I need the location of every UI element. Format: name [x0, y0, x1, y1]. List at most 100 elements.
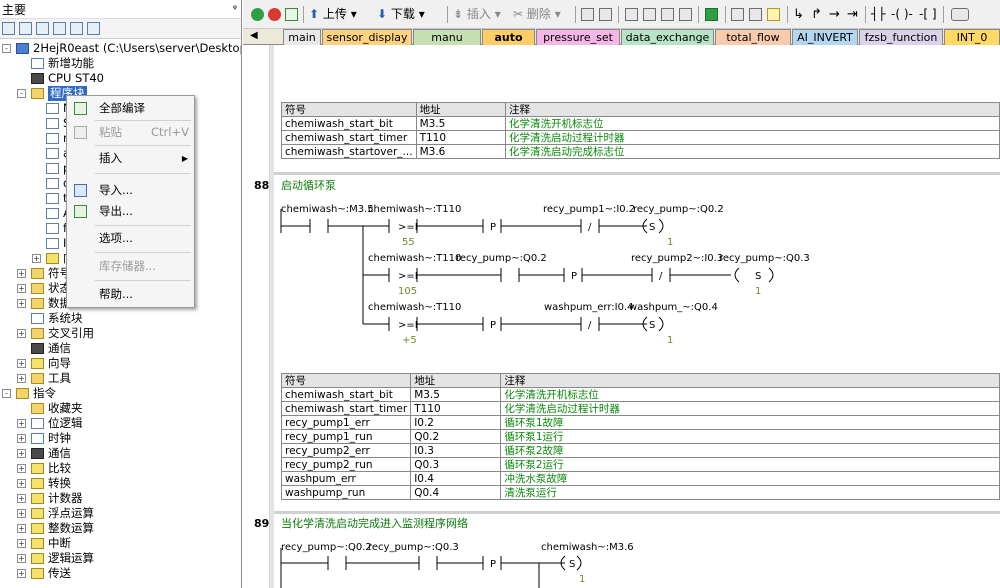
expand-icon[interactable]: + — [17, 269, 26, 278]
box-icon[interactable]: -[ ] — [919, 6, 937, 23]
menu-item-help[interactable]: 帮助... — [67, 284, 194, 305]
collapse-icon[interactable]: - — [2, 44, 11, 53]
tab-int-0[interactable]: INT_0 — [944, 29, 1000, 45]
tree-item[interactable]: + 向导 — [0, 356, 241, 371]
expand-icon[interactable]: + — [17, 509, 26, 518]
tabs-scroll-left-icon[interactable]: ◀ — [250, 30, 258, 41]
bookmark-icon[interactable] — [625, 8, 638, 21]
tree-item[interactable]: + 逻辑运算 — [0, 551, 241, 566]
tree-item[interactable]: + 位逻辑 — [0, 416, 241, 431]
tab-data-exchange[interactable]: data_exchange — [621, 29, 714, 45]
symbol-table-cell: chemiwash_start_timer — [280, 401, 412, 416]
tree-item[interactable]: + 比较 — [0, 461, 241, 476]
collapse-icon[interactable]: - — [17, 89, 26, 98]
tab-sensor-display[interactable]: sensor_display — [322, 29, 412, 45]
coil-icon[interactable]: -( )- — [891, 6, 913, 23]
view-icon[interactable] — [2, 22, 15, 35]
image-icon[interactable] — [70, 22, 83, 35]
tree-item[interactable]: + 整数运算 — [0, 521, 241, 536]
tree-item[interactable]: + 通信 — [0, 446, 241, 461]
tree-item[interactable]: + 传送 — [0, 566, 241, 581]
page-icon[interactable] — [53, 22, 66, 35]
lock-icon[interactable] — [749, 8, 762, 21]
expand-icon[interactable]: + — [17, 374, 26, 383]
ladder-editor[interactable]: 88 启动循环泵 chemiwash~:M3.5 chemiwash~:T110 >=I… — [243, 45, 1000, 588]
tab-manu[interactable]: manu — [413, 29, 481, 45]
tree-item[interactable]: + 计数器 — [0, 491, 241, 506]
tree-item[interactable]: - 指令 — [0, 386, 241, 401]
tab-main[interactable]: main — [283, 29, 321, 45]
symbol-table-cell: recy_pump1_run — [280, 429, 412, 444]
upload-button[interactable]: ⬆ 上传 ▾ — [309, 6, 357, 23]
menu-item-compile-all[interactable]: 全部编译 — [67, 98, 194, 119]
monitor-icon[interactable] — [599, 8, 612, 21]
menu-item-paste[interactable]: 粘贴 Ctrl+V — [67, 122, 194, 143]
page-icon[interactable] — [36, 22, 49, 35]
contact-icon[interactable]: ┤├ — [871, 6, 885, 23]
tree-item[interactable]: + 中断 — [0, 536, 241, 551]
bookmark-prev-icon[interactable] — [661, 8, 674, 21]
insert-button[interactable]: ⇟ 插入 ▾ — [453, 6, 501, 23]
tree-item[interactable]: 收藏夹 — [0, 401, 241, 416]
tab-ai-invert[interactable]: AI_INVERT — [792, 29, 858, 45]
table-icon[interactable] — [19, 22, 32, 35]
expand-icon[interactable]: + — [17, 434, 26, 443]
expand-icon[interactable]: + — [17, 299, 26, 308]
tree-item[interactable]: 通信 — [0, 341, 241, 356]
menu-item-import[interactable]: 导入... — [67, 180, 194, 201]
collapse-icon[interactable]: - — [2, 389, 11, 398]
expand-icon[interactable]: + — [17, 524, 26, 533]
download-button[interactable]: ⬇ 下载 ▾ — [377, 6, 425, 23]
expand-icon[interactable]: + — [17, 449, 26, 458]
expand-icon[interactable]: + — [17, 419, 26, 428]
menu-item-options[interactable]: 选项... — [67, 228, 194, 249]
tab-pressure-set[interactable]: pressure_set — [536, 29, 620, 45]
run-icon[interactable] — [251, 8, 264, 21]
menu-item-export[interactable]: 导出... — [67, 201, 194, 222]
tab-auto[interactable]: auto — [482, 29, 535, 45]
lock-icon[interactable] — [731, 8, 744, 21]
network-divider — [274, 172, 1000, 175]
delete-button[interactable]: ✂ 删除 ▾ — [513, 6, 561, 23]
tab-fzsb-function[interactable]: fzsb_function — [859, 29, 943, 45]
tree-item[interactable]: CPU ST40 — [0, 71, 241, 86]
tree-item[interactable]: + 时钟 — [0, 431, 241, 446]
bookmark-next-icon[interactable] — [643, 8, 656, 21]
menu-item-insert[interactable]: 插入 ▶ — [67, 148, 194, 169]
go-icon[interactable] — [705, 8, 718, 21]
coil-label: S — [755, 271, 761, 282]
menu-item-memory-library[interactable]: 库存储器... — [67, 256, 194, 277]
program-block-folder-icon — [31, 88, 44, 99]
stop-icon[interactable] — [268, 8, 281, 21]
pin-icon[interactable]: ᵠ — [233, 4, 237, 15]
tree-item[interactable]: + 工具 — [0, 371, 241, 386]
bookmark-clear-icon[interactable] — [679, 8, 692, 21]
branch-up-icon[interactable]: ↱ — [811, 6, 822, 23]
expand-icon[interactable]: + — [32, 254, 41, 263]
expand-icon[interactable]: + — [17, 539, 26, 548]
tree-item[interactable]: + 浮点运算 — [0, 506, 241, 521]
branch-left-icon[interactable]: → — [829, 6, 840, 23]
branch-right-icon[interactable]: ⇥ — [847, 6, 858, 23]
tree-item[interactable]: 新增功能 — [0, 56, 241, 71]
toggle-icon[interactable] — [951, 8, 969, 21]
network-icon[interactable] — [87, 22, 100, 35]
expand-icon[interactable]: + — [17, 554, 26, 563]
compile-icon[interactable] — [285, 8, 298, 21]
program-status-icon[interactable] — [581, 8, 594, 21]
tree-item[interactable]: + 转换 — [0, 476, 241, 491]
expand-icon[interactable]: + — [17, 494, 26, 503]
expand-icon[interactable]: + — [17, 284, 26, 293]
branch-down-icon[interactable]: ↳ — [793, 6, 804, 23]
toolbar-separator — [303, 6, 304, 23]
expand-icon[interactable]: + — [17, 359, 26, 368]
expand-icon[interactable]: + — [17, 479, 26, 488]
tab-total-flow[interactable]: total_flow — [715, 29, 791, 45]
tree-item[interactable]: - 2HejR0east (C:\Users\server\Desktop\cha… — [0, 41, 241, 56]
tree-item[interactable]: + 交叉引用 — [0, 326, 241, 341]
expand-icon[interactable]: + — [17, 464, 26, 473]
unlock-icon[interactable] — [767, 8, 780, 21]
expand-icon[interactable]: + — [17, 329, 26, 338]
tree-item[interactable]: 系统块 — [0, 311, 241, 326]
expand-icon[interactable]: + — [17, 569, 26, 578]
